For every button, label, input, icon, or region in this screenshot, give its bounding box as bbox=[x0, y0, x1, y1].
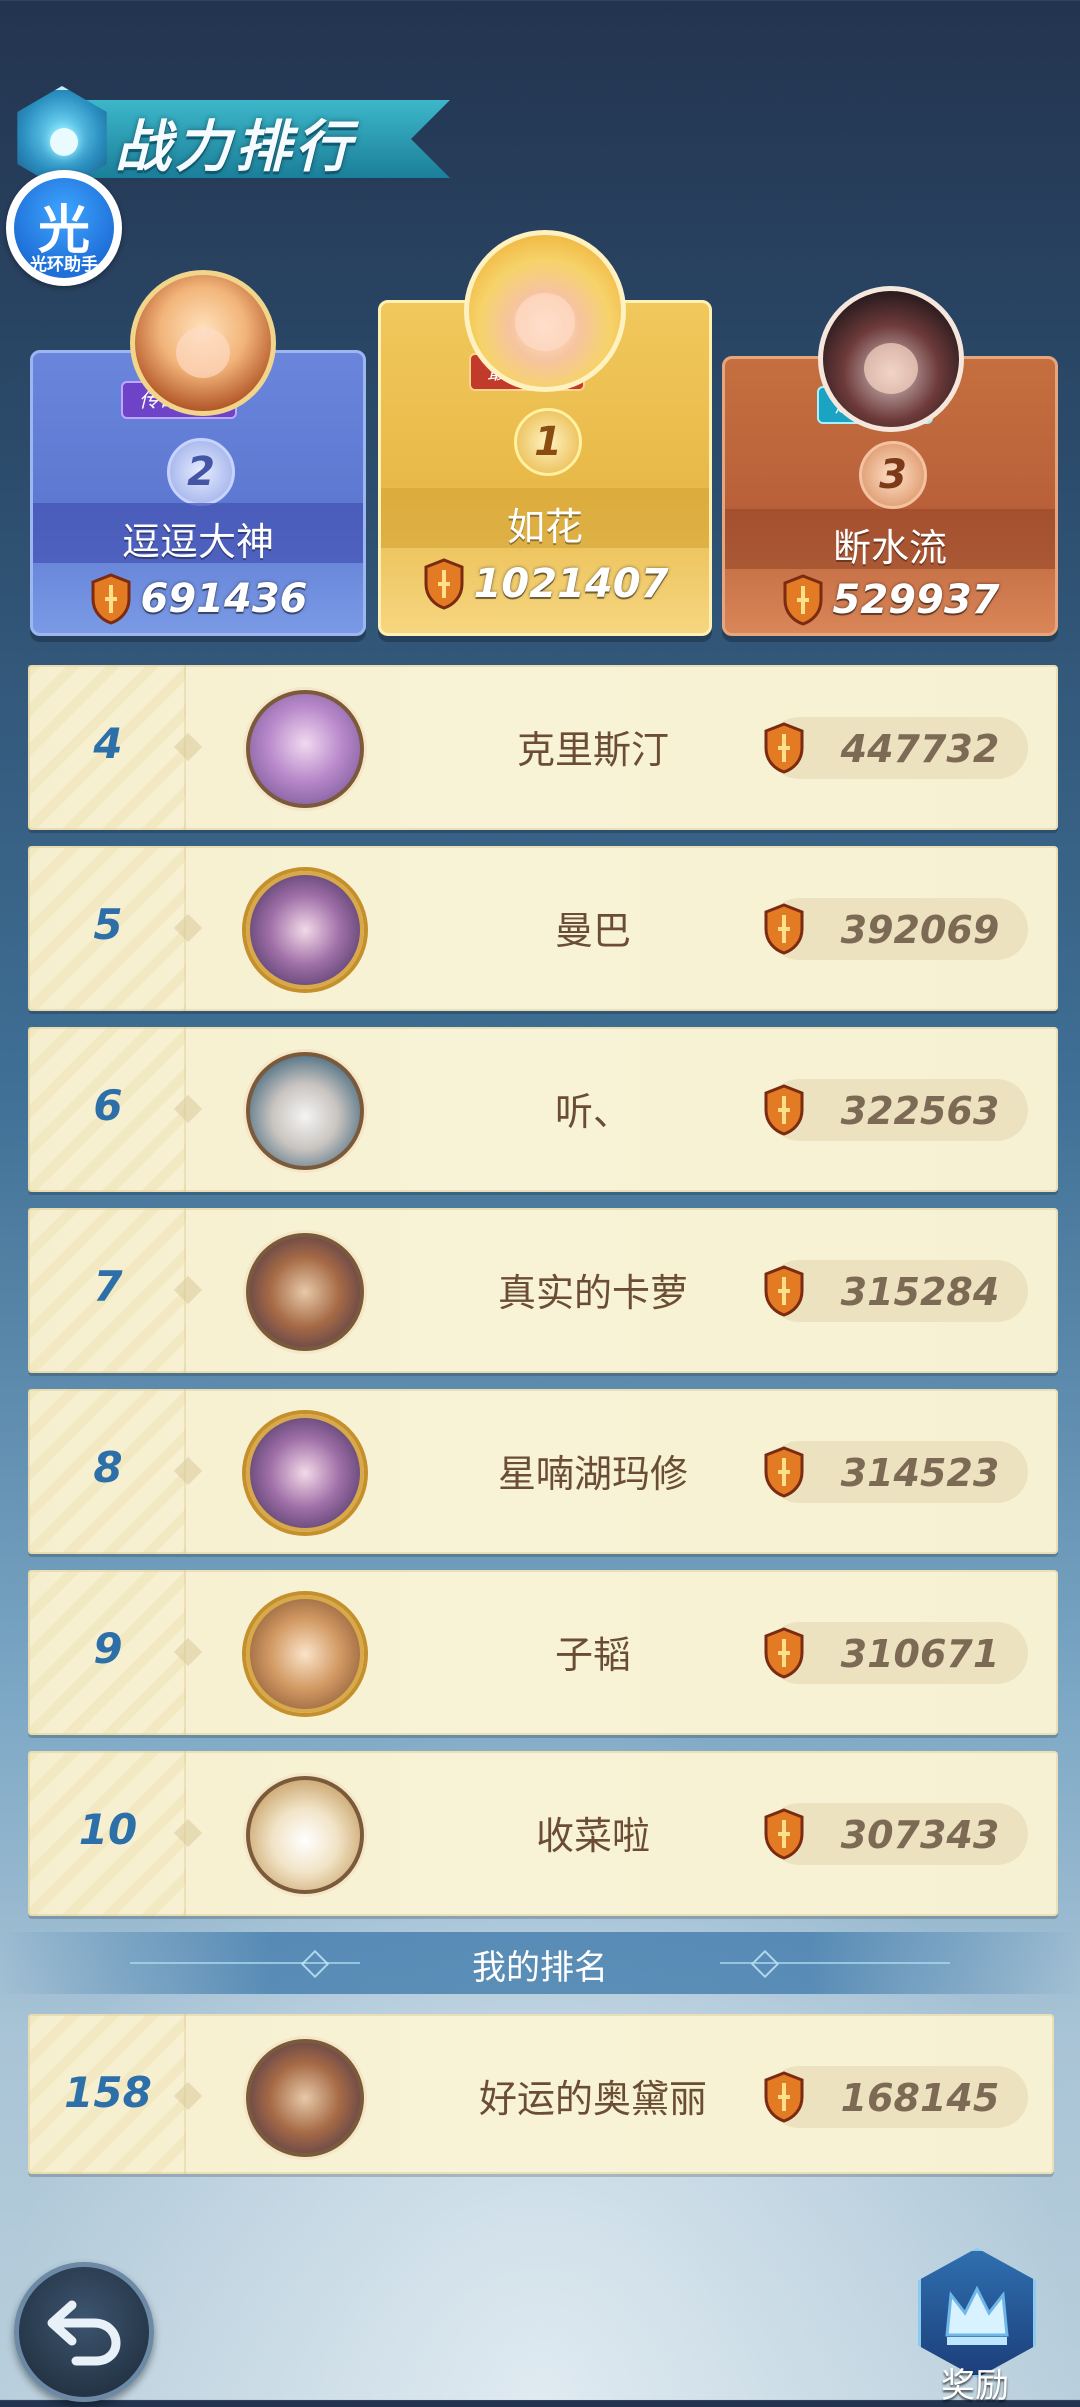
power-shield-icon bbox=[762, 1265, 806, 1317]
avatar[interactable] bbox=[464, 230, 626, 392]
name-strip: 如花 bbox=[381, 488, 709, 549]
rank-number: 8 bbox=[93, 1443, 123, 1492]
rank-number: 10 bbox=[78, 1805, 138, 1854]
score-pill: 322563 bbox=[764, 1079, 1028, 1141]
avatar[interactable] bbox=[246, 690, 364, 808]
power-score: 322563 bbox=[840, 1089, 1000, 1133]
list-item[interactable]: 6 听、 322563 bbox=[28, 1027, 1058, 1192]
power-shield-icon bbox=[781, 574, 825, 626]
avatar[interactable] bbox=[246, 1414, 364, 1532]
score-pill: 168145 bbox=[764, 2066, 1028, 2128]
ranking-list: 4 克里斯汀 447732 5 曼巴 392069 6 听、 322563 7 … bbox=[28, 665, 1058, 1932]
power-shield-icon bbox=[762, 903, 806, 955]
rank-medal-icon: 3 bbox=[859, 441, 927, 509]
power-shield-icon bbox=[762, 1627, 806, 1679]
reward-button[interactable]: 奖励 bbox=[910, 2248, 1040, 2406]
power-shield-icon bbox=[762, 1084, 806, 1136]
score-pill: 447732 bbox=[764, 717, 1028, 779]
avatar[interactable] bbox=[246, 1233, 364, 1351]
rank-number: 9 bbox=[93, 1624, 123, 1673]
power-score: 315284 bbox=[840, 1270, 1000, 1314]
rank-medal-icon: 2 bbox=[167, 438, 235, 506]
avatar[interactable] bbox=[246, 1776, 364, 1894]
player-name: 如花 bbox=[506, 505, 583, 549]
power-score: 307343 bbox=[840, 1813, 1000, 1857]
player-name: 好运的奥黛丽 bbox=[478, 2077, 707, 2121]
rank-number: 7 bbox=[93, 1262, 123, 1311]
power-shield-icon bbox=[762, 722, 806, 774]
power-score: 529937 bbox=[832, 577, 1000, 623]
score-pill: 314523 bbox=[764, 1441, 1028, 1503]
back-arrow-icon bbox=[47, 2300, 121, 2366]
rank-number: 5 bbox=[93, 900, 123, 949]
power-shield-icon bbox=[89, 573, 133, 625]
score-row: 1021407 bbox=[381, 558, 709, 610]
avatar[interactable] bbox=[130, 270, 276, 416]
player-name: 曼巴 bbox=[554, 909, 631, 953]
score-pill: 392069 bbox=[764, 898, 1028, 960]
power-score: 310671 bbox=[840, 1632, 1000, 1676]
power-shield-icon bbox=[762, 1808, 806, 1860]
avatar[interactable] bbox=[246, 871, 364, 989]
power-shield-icon bbox=[762, 2071, 806, 2123]
avatar[interactable] bbox=[246, 1052, 364, 1170]
player-name: 断水流 bbox=[832, 526, 947, 570]
list-item[interactable]: 7 真实的卡萝 315284 bbox=[28, 1208, 1058, 1373]
score-pill: 310671 bbox=[764, 1622, 1028, 1684]
list-item[interactable]: 10 收菜啦 307343 bbox=[28, 1751, 1058, 1916]
rank-number: 6 bbox=[93, 1081, 123, 1130]
list-item[interactable]: 8 星喃湖玛修 314523 bbox=[28, 1389, 1058, 1554]
power-score: 447732 bbox=[840, 727, 1000, 771]
score-pill: 307343 bbox=[764, 1803, 1028, 1865]
list-item[interactable]: 4 克里斯汀 447732 bbox=[28, 665, 1058, 830]
power-score: 1021407 bbox=[473, 561, 669, 607]
name-strip: 逗逗大神 bbox=[33, 503, 363, 564]
back-button[interactable] bbox=[14, 2262, 154, 2402]
power-shield-icon bbox=[422, 558, 466, 610]
my-rank-label: 我的排名 bbox=[472, 1948, 608, 1988]
player-name: 逗逗大神 bbox=[121, 520, 274, 564]
player-name: 听、 bbox=[554, 1090, 631, 1134]
power-score: 691436 bbox=[140, 576, 308, 622]
avatar[interactable] bbox=[246, 1595, 364, 1713]
player-name: 星喃湖玛修 bbox=[497, 1452, 688, 1496]
score-row: 529937 bbox=[725, 574, 1055, 626]
list-item[interactable]: 5 曼巴 392069 bbox=[28, 846, 1058, 1011]
rank-medal-icon: 1 bbox=[514, 408, 582, 476]
avatar[interactable] bbox=[818, 286, 964, 432]
app-badge-text: 光环助手 bbox=[30, 255, 98, 275]
power-shield-icon bbox=[762, 1446, 806, 1498]
app-badge-logo: 光 光环助手 bbox=[6, 170, 122, 286]
player-name: 收菜啦 bbox=[535, 1814, 650, 1858]
rank-number: 158 bbox=[64, 2068, 152, 2117]
player-name: 真实的卡萝 bbox=[497, 1271, 688, 1315]
power-score: 392069 bbox=[840, 908, 1000, 952]
power-score: 168145 bbox=[840, 2076, 1000, 2120]
my-rank-header: 我的排名 bbox=[0, 1932, 1080, 1994]
score-row: 691436 bbox=[33, 573, 363, 625]
rank-number: 4 bbox=[93, 719, 123, 768]
my-rank-row[interactable]: 158 好运的奥黛丽 168145 bbox=[28, 2014, 1054, 2174]
avatar[interactable] bbox=[246, 2039, 364, 2157]
player-name: 子韬 bbox=[554, 1633, 631, 1677]
page-title: 战力排行 bbox=[115, 115, 355, 180]
name-strip: 断水流 bbox=[725, 509, 1055, 570]
score-pill: 315284 bbox=[764, 1260, 1028, 1322]
player-name: 克里斯汀 bbox=[516, 728, 669, 772]
list-item[interactable]: 9 子韬 310671 bbox=[28, 1570, 1058, 1735]
power-score: 314523 bbox=[840, 1451, 1000, 1495]
